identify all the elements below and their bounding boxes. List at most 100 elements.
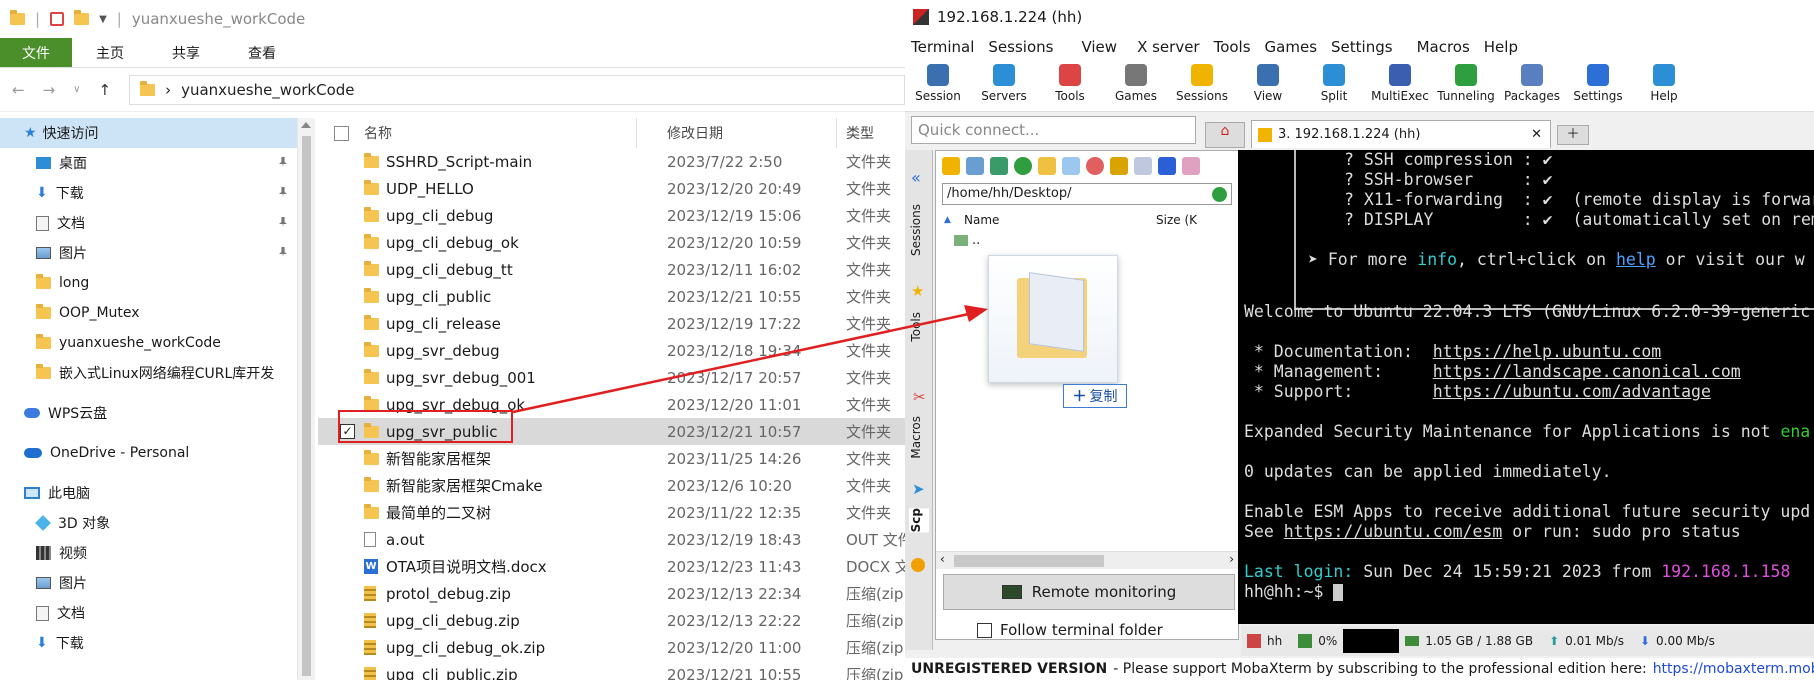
- toolbar-split-button[interactable]: Split: [1301, 60, 1367, 103]
- toolbar-sessions-button[interactable]: Sessions: [1169, 60, 1235, 103]
- nav-downloads-pc[interactable]: ⬇ 下载: [0, 628, 297, 658]
- nav-3d-objects[interactable]: 3D 对象: [0, 508, 297, 538]
- scroll-right-icon[interactable]: ›: [1229, 552, 1234, 566]
- nav-pictures-pc[interactable]: 图片: [0, 568, 297, 598]
- file-row[interactable]: 最简单的二叉树 2023/11/22 12:35 文件夹: [318, 499, 905, 526]
- parent-folder-icon[interactable]: [942, 157, 960, 175]
- file-row[interactable]: UDP_HELLO 2023/12/20 20:49 文件夹: [318, 175, 905, 202]
- nav-oop-mutex[interactable]: OOP_Mutex: [0, 298, 297, 328]
- file-row[interactable]: upg_svr_debug 2023/12/18 19:34 文件夹: [318, 337, 905, 364]
- file-row[interactable]: upg_cli_debug_tt 2023/12/11 16:02 文件夹: [318, 256, 905, 283]
- menu-view[interactable]: View: [1081, 38, 1117, 56]
- upload-icon[interactable]: [990, 157, 1008, 175]
- toolbar-help-button[interactable]: Help: [1631, 60, 1697, 103]
- chevron-down-icon[interactable]: ▼: [99, 14, 107, 25]
- scroll-thumb[interactable]: [302, 136, 311, 676]
- tab-share[interactable]: 共享: [148, 38, 224, 67]
- file-row[interactable]: upg_cli_debug.zip 2023/12/13 22:22 压缩(zip: [318, 607, 905, 634]
- menu-sessions[interactable]: Sessions: [988, 38, 1053, 56]
- follow-terminal-folder[interactable]: Follow terminal folder: [977, 621, 1163, 639]
- home-tab[interactable]: ⌂: [1205, 122, 1245, 148]
- file-row[interactable]: SSHRD_Script-main 2023/7/22 2:50 文件夹: [318, 148, 905, 175]
- support-link[interactable]: https://ubuntu.com/advantage: [1433, 382, 1711, 401]
- nav-documents-pc[interactable]: 文档: [0, 598, 297, 628]
- sftp-col-name[interactable]: Name: [964, 213, 999, 227]
- chevron-down-icon[interactable]: ∨: [73, 84, 80, 95]
- doc-link[interactable]: https://help.ubuntu.com: [1433, 342, 1661, 361]
- close-icon[interactable]: ✕: [1531, 127, 1542, 142]
- menu-terminal[interactable]: Terminal: [911, 38, 974, 56]
- toolbar-tunneling-button[interactable]: Tunneling: [1433, 60, 1499, 103]
- menu-settings[interactable]: Settings: [1331, 38, 1393, 56]
- file-row[interactable]: a.out 2023/12/19 18:43 OUT 文件: [318, 526, 905, 553]
- menu-macros[interactable]: Macros: [1417, 38, 1470, 56]
- nav-onedrive[interactable]: OneDrive - Personal: [0, 438, 297, 468]
- column-name[interactable]: 名称: [364, 123, 392, 143]
- file-row[interactable]: upg_svr_debug_001 2023/12/17 20:57 文件夹: [318, 364, 905, 391]
- download-icon[interactable]: [966, 157, 984, 175]
- nav-videos[interactable]: 视频: [0, 538, 297, 568]
- sftp-parent-row[interactable]: ..: [954, 233, 980, 248]
- nav-pictures[interactable]: 图片: [0, 238, 297, 268]
- nav-downloads[interactable]: ⬇ 下载: [0, 178, 297, 208]
- file-row[interactable]: upg_cli_release 2023/12/19 17:22 文件夹: [318, 310, 905, 337]
- side-tab-scp[interactable]: Scp: [909, 508, 929, 533]
- column-date[interactable]: 修改日期: [667, 123, 723, 143]
- settings-icon[interactable]: [1182, 157, 1200, 175]
- properties-icon[interactable]: [50, 12, 65, 26]
- nav-scrollbar[interactable]: [298, 118, 315, 680]
- tab-file[interactable]: 文件: [0, 38, 72, 67]
- forward-arrow-icon[interactable]: →: [43, 81, 56, 99]
- new-file-icon[interactable]: [1062, 157, 1080, 175]
- sftp-col-size[interactable]: Size (K: [1156, 213, 1197, 227]
- nav-yuanxueshe[interactable]: yuanxueshe_workCode: [0, 328, 297, 358]
- menu-xserver[interactable]: X server: [1137, 38, 1200, 56]
- menu-tools[interactable]: Tools: [1214, 38, 1251, 56]
- edit-icon[interactable]: [1110, 157, 1128, 175]
- tab-home[interactable]: 主页: [72, 38, 148, 67]
- back-arrow-icon[interactable]: ←: [12, 81, 25, 99]
- hidden-files-icon[interactable]: [1158, 157, 1176, 175]
- file-row[interactable]: upg_cli_public.zip 2023/12/21 10:55 压缩(zip: [318, 661, 905, 680]
- esm-link[interactable]: https://ubuntu.com/esm: [1284, 522, 1503, 541]
- file-row[interactable]: upg_cli_debug_ok 2023/12/20 10:59 文件夹: [318, 229, 905, 256]
- scroll-thumb[interactable]: [954, 555, 1104, 567]
- text-mode-icon[interactable]: [1134, 157, 1152, 175]
- file-row[interactable]: 新智能家居框架Cmake 2023/12/6 10:20 文件夹: [318, 472, 905, 499]
- nav-documents[interactable]: 文档: [0, 208, 297, 238]
- toolbar-view-button[interactable]: View: [1235, 60, 1301, 103]
- subscribe-link[interactable]: https://mobaxterm.mobatek: [1653, 661, 1814, 677]
- file-row[interactable]: protol_debug.zip 2023/12/13 22:34 压缩(zip: [318, 580, 905, 607]
- tab-view[interactable]: 查看: [224, 38, 300, 67]
- scroll-up-icon[interactable]: [301, 122, 311, 128]
- toolbar-packages-button[interactable]: Packages: [1499, 60, 1565, 103]
- file-row[interactable]: W OTA项目说明文档.docx 2023/12/23 11:43 DOCX 文: [318, 553, 905, 580]
- toolbar-multiexec-button[interactable]: MultiExec: [1367, 60, 1433, 103]
- nav-desktop[interactable]: 桌面: [0, 148, 297, 178]
- terminal[interactable]: ? SSH compression : ✔ ? SSH-browser : ✔ …: [1238, 150, 1814, 624]
- remote-monitoring-button[interactable]: Remote monitoring: [943, 574, 1235, 610]
- toolbar-games-button[interactable]: Games: [1103, 60, 1169, 103]
- collapse-icon[interactable]: «: [911, 168, 921, 187]
- toolbar-servers-button[interactable]: Servers: [971, 60, 1037, 103]
- sftp-hscrollbar[interactable]: ‹ ›: [936, 551, 1238, 569]
- quick-connect-input[interactable]: Quick connect...: [911, 116, 1196, 144]
- address-bar[interactable]: › yuanxueshe_workCode: [129, 74, 905, 105]
- check-icon[interactable]: [1212, 187, 1227, 202]
- menu-games[interactable]: Games: [1265, 38, 1317, 56]
- new-tab-button[interactable]: ＋: [1557, 125, 1589, 145]
- new-folder-icon[interactable]: [1038, 157, 1056, 175]
- file-row[interactable]: 新智能家居框架 2023/11/25 14:26 文件夹: [318, 445, 905, 472]
- delete-icon[interactable]: [1086, 157, 1104, 175]
- column-type[interactable]: 类型: [846, 123, 874, 143]
- up-arrow-icon[interactable]: ↑: [98, 81, 111, 99]
- new-folder-icon[interactable]: [74, 10, 90, 25]
- select-all-checkbox[interactable]: [334, 125, 349, 141]
- mgmt-link[interactable]: https://landscape.canonical.com: [1433, 362, 1741, 381]
- menu-help[interactable]: Help: [1484, 38, 1518, 56]
- nav-this-pc[interactable]: 此电脑: [0, 478, 297, 508]
- toolbar-tools-button[interactable]: Tools: [1037, 60, 1103, 103]
- toolbar-session-button[interactable]: Session: [905, 60, 971, 103]
- session-tab[interactable]: 3. 192.168.1.224 (hh) ✕: [1251, 120, 1551, 148]
- toolbar-settings-button[interactable]: Settings: [1565, 60, 1631, 103]
